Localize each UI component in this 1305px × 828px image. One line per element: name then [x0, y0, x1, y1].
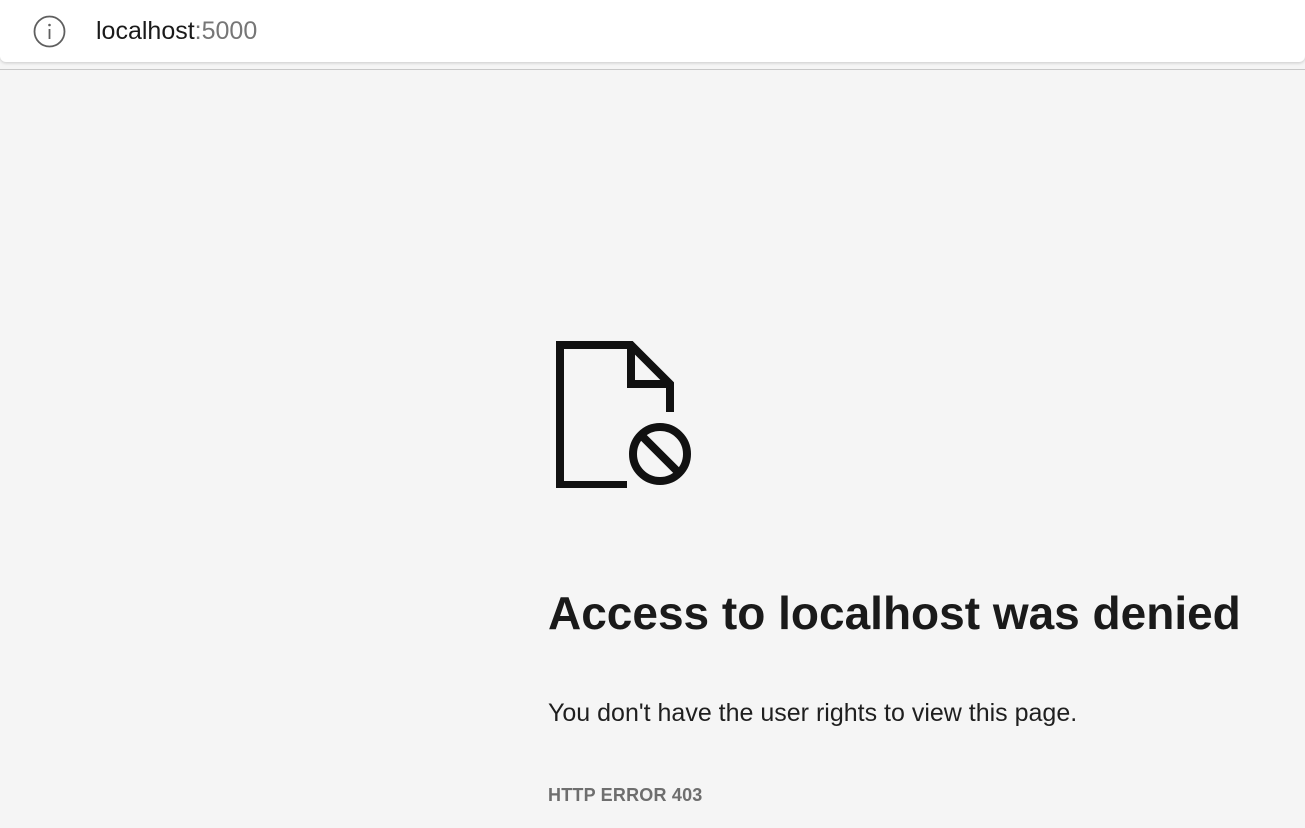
blocked-document-icon — [553, 340, 695, 489]
address-bar[interactable]: localhost:5000 — [0, 0, 1305, 62]
toolbar-divider — [0, 69, 1305, 70]
info-icon[interactable] — [33, 15, 66, 48]
url-port: :5000 — [194, 17, 258, 45]
error-code: HTTP ERROR 403 — [548, 785, 703, 805]
error-message: You don't have the user rights to view t… — [548, 699, 1078, 727]
error-title: Access to localhost was denied — [548, 587, 1241, 639]
url-host: localhost — [96, 17, 195, 45]
url-text[interactable]: localhost:5000 — [96, 15, 257, 48]
